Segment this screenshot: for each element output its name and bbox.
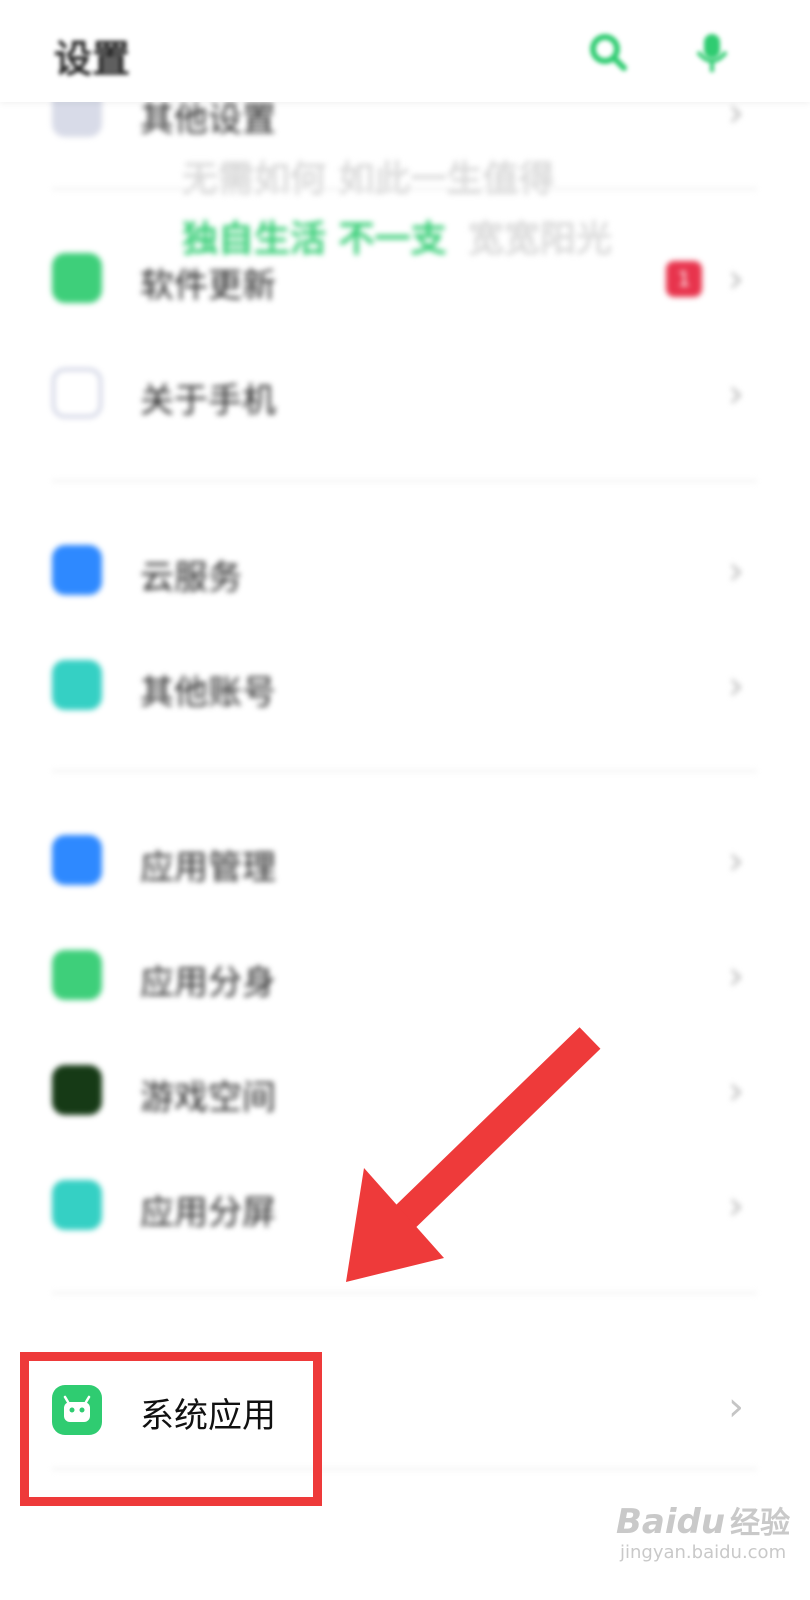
cloud-icon [52, 545, 102, 595]
settings-row-other-accounts[interactable]: 其他账号 › [0, 635, 810, 735]
info-icon [52, 368, 102, 418]
split-screen-icon [52, 1180, 102, 1230]
settings-row-app-clone[interactable]: 应用分身 › [0, 925, 810, 1025]
apps-grid-icon [52, 835, 102, 885]
baidu-url: jingyan.baidu.com [620, 1542, 787, 1563]
chevron-right-icon: › [728, 1384, 744, 1430]
row-label: 软件更新 [140, 266, 276, 306]
divider [52, 1292, 757, 1294]
settings-row-software-update[interactable]: 软件更新 1 › [0, 228, 810, 328]
divider [52, 480, 757, 482]
chevron-right-icon: › [728, 256, 744, 302]
row-label: 应用分身 [140, 963, 276, 1003]
settings-row-app-management[interactable]: 应用管理 › [0, 810, 810, 910]
page-title: 设置 [54, 37, 131, 81]
row-label: 应用管理 [140, 848, 276, 888]
settings-row-split-screen[interactable]: 应用分屏 › [0, 1155, 810, 1255]
row-label: 云服务 [140, 558, 242, 598]
row-label: 关于手机 [140, 381, 276, 421]
chevron-right-icon: › [728, 953, 744, 999]
baidu-suffix: 经验 [730, 1506, 791, 1541]
search-icon[interactable] [586, 30, 630, 74]
chevron-right-icon: › [728, 548, 744, 594]
divider [52, 770, 757, 772]
chevron-right-icon: › [728, 1183, 744, 1229]
row-label: 其他账号 [140, 673, 276, 713]
row-label: 游戏空间 [140, 1078, 276, 1118]
chevron-right-icon: › [728, 663, 744, 709]
baidu-logo-text-2: du [676, 1502, 726, 1542]
baidu-watermark: Baidu 经验 jingyan.baidu.com [616, 1498, 790, 1563]
app-header: 设置 [0, 0, 810, 102]
row-label: 应用分屏 [140, 1193, 276, 1233]
account-icon [52, 660, 102, 710]
chevron-right-icon: › [728, 1068, 744, 1114]
overlay-text-line1: 无需如何 如此一生值得 [182, 159, 555, 200]
settings-row-cloud-service[interactable]: 云服务 › [0, 520, 810, 620]
chevron-right-icon: › [728, 371, 744, 417]
baidu-logo-text: Bai [616, 1502, 677, 1542]
notification-badge: 1 [666, 261, 702, 297]
app-clone-icon [52, 950, 102, 1000]
settings-row-game-space[interactable]: 游戏空间 › [0, 1040, 810, 1140]
divider [52, 188, 757, 190]
game-space-icon [52, 1065, 102, 1115]
annotation-highlight-box [20, 1352, 322, 1506]
settings-row-about-phone[interactable]: 关于手机 › [0, 343, 810, 443]
microphone-icon[interactable] [690, 30, 734, 74]
chevron-right-icon: › [728, 838, 744, 884]
update-icon [52, 253, 102, 303]
